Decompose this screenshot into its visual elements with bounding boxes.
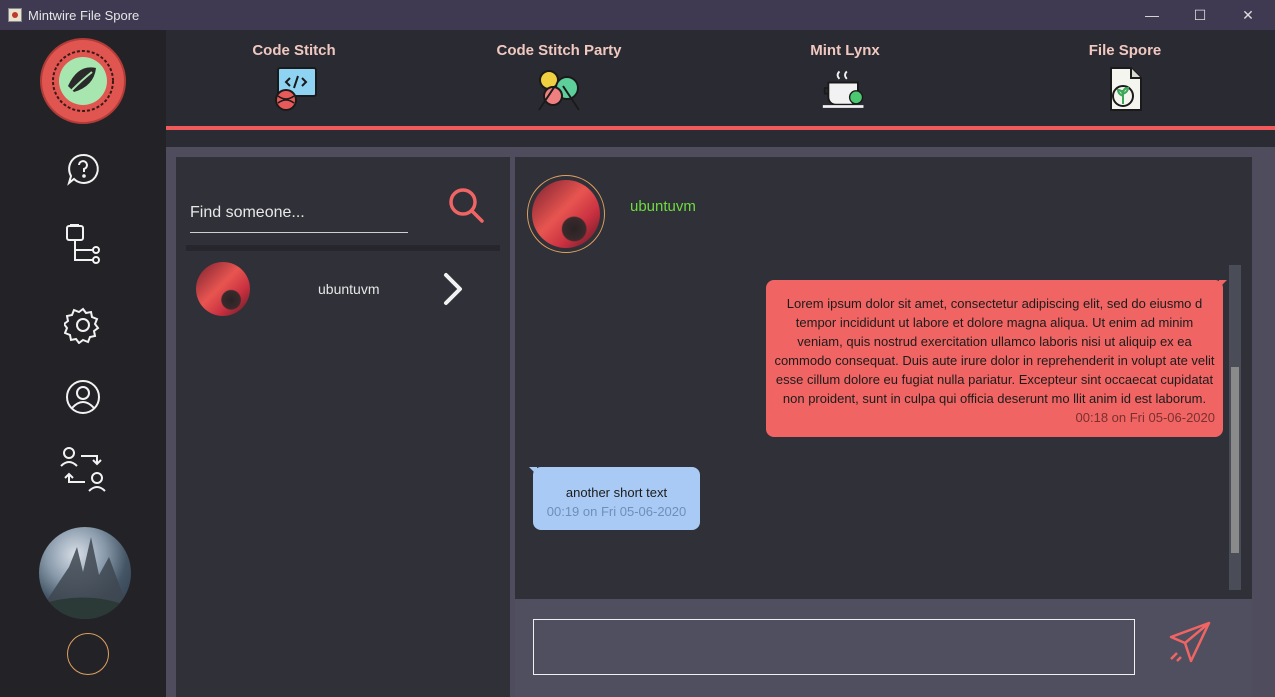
code-stitch-party-icon bbox=[535, 65, 583, 113]
search-input[interactable] bbox=[190, 193, 408, 233]
minimize-button[interactable]: — bbox=[1129, 0, 1175, 30]
send-icon[interactable] bbox=[1165, 617, 1215, 667]
app-logo[interactable] bbox=[40, 38, 126, 124]
tab-code-stitch-party[interactable]: Code Stitch Party bbox=[469, 42, 649, 113]
chat-peer-name: ubuntuvm bbox=[630, 198, 696, 215]
search-icon[interactable] bbox=[446, 185, 486, 225]
composer bbox=[515, 599, 1252, 697]
file-tree-icon[interactable] bbox=[58, 220, 108, 270]
help-icon[interactable] bbox=[58, 144, 108, 194]
contacts-panel: ubuntuvm bbox=[176, 157, 510, 697]
mint-lynx-icon bbox=[821, 65, 869, 113]
message-received: another short text 00:19 on Fri 05-06-20… bbox=[529, 467, 700, 530]
contact-name: ubuntuvm bbox=[318, 281, 380, 297]
message-list: Lorem ipsum dolor sit amet, consectetur … bbox=[515, 265, 1252, 590]
leaf-logo-icon bbox=[52, 50, 114, 112]
tab-code-stitch[interactable]: Code Stitch bbox=[204, 42, 384, 113]
title-bar: Mintwire File Spore — ☐ ✕ bbox=[0, 0, 1275, 30]
settings-icon[interactable] bbox=[58, 300, 108, 350]
tab-file-spore[interactable]: File Spore bbox=[1035, 42, 1215, 113]
message-text: another short text bbox=[565, 485, 668, 500]
message-time: 00:19 on Fri 05-06-2020 bbox=[546, 504, 687, 519]
tab-label: File Spore bbox=[1088, 42, 1162, 59]
chevron-right-icon[interactable] bbox=[438, 271, 468, 307]
app-icon bbox=[8, 8, 22, 22]
divider bbox=[186, 245, 500, 251]
code-stitch-icon bbox=[270, 65, 318, 113]
list-item[interactable]: ubuntuvm bbox=[186, 257, 500, 321]
close-button[interactable]: ✕ bbox=[1225, 0, 1271, 30]
top-navigation: Code Stitch Code Stitch Party Mint Lynx bbox=[166, 30, 1275, 130]
avatar bbox=[527, 175, 605, 253]
maximize-button[interactable]: ☐ bbox=[1177, 0, 1223, 30]
sidebar bbox=[0, 30, 166, 697]
scrollbar[interactable] bbox=[1229, 265, 1241, 590]
status-indicator[interactable] bbox=[67, 633, 109, 675]
tab-label: Mint Lynx bbox=[810, 42, 880, 59]
window-title: Mintwire File Spore bbox=[28, 7, 140, 23]
user-switch-icon[interactable] bbox=[58, 444, 108, 494]
tab-label: Code Stitch bbox=[252, 42, 336, 59]
tab-label: Code Stitch Party bbox=[496, 42, 622, 59]
message-time: 00:18 on Fri 05-06-2020 bbox=[1075, 410, 1215, 425]
message-input[interactable] bbox=[533, 619, 1135, 675]
scrollbar-thumb[interactable] bbox=[1231, 367, 1239, 553]
user-avatar[interactable] bbox=[39, 527, 131, 619]
message-text: Lorem ipsum dolor sit amet, consectetur … bbox=[774, 296, 1215, 406]
file-spore-icon bbox=[1101, 65, 1149, 113]
tab-mint-lynx[interactable]: Mint Lynx bbox=[755, 42, 935, 113]
avatar bbox=[196, 262, 250, 316]
user-profile-icon[interactable] bbox=[58, 372, 108, 422]
message-sent: Lorem ipsum dolor sit amet, consectetur … bbox=[766, 280, 1227, 437]
